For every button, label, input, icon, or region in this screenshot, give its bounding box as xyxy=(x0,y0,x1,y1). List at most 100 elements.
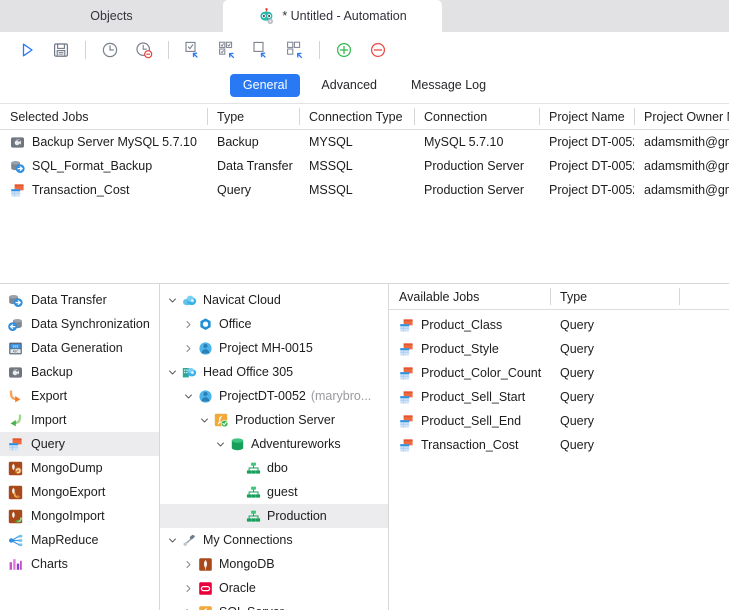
chevron-right-icon[interactable] xyxy=(180,344,196,353)
cell-type: Query xyxy=(217,183,252,197)
mongodb-icon xyxy=(196,557,214,572)
tree-item-my-connections[interactable]: My Connections xyxy=(160,528,388,552)
chevron-down-icon[interactable] xyxy=(180,392,196,401)
column-header-project-owner[interactable]: Project Owner N xyxy=(634,104,729,129)
tree-item-office[interactable]: Office xyxy=(160,312,388,336)
run-button[interactable] xyxy=(10,35,44,65)
column-header-available-extra[interactable] xyxy=(679,284,729,309)
chevron-down-icon[interactable] xyxy=(212,440,228,449)
tree-item-label: Production xyxy=(267,509,327,523)
available-job-label: Product_Sell_End xyxy=(421,414,522,428)
backup-icon xyxy=(10,135,25,150)
schedule-button[interactable] xyxy=(93,35,127,65)
chevron-down-icon[interactable] xyxy=(196,416,212,425)
table-row[interactable]: Transaction_Cost Query MSSQL Production … xyxy=(0,178,729,202)
remove-job-button[interactable] xyxy=(361,35,395,65)
tab-general[interactable]: General xyxy=(229,74,301,97)
toolbar-separator-2 xyxy=(168,40,169,59)
sidebar-item-query[interactable]: Query xyxy=(0,432,159,456)
tree-item-projectdt-0052[interactable]: ProjectDT-0052 (marybro... xyxy=(160,384,388,408)
column-header-selected-jobs[interactable]: Selected Jobs xyxy=(0,104,207,129)
sidebar-item-data-synchronization[interactable]: Data Synchronization xyxy=(0,312,159,336)
list-item[interactable]: Product_Style Query xyxy=(389,337,729,361)
tree-item-production[interactable]: Production xyxy=(160,504,388,528)
select-all-button[interactable] xyxy=(176,35,210,65)
tree-item-label: ProjectDT-0052 xyxy=(219,389,306,403)
sidebar-item-export[interactable]: Export xyxy=(0,384,159,408)
cell-project-owner: adamsmith@gm xyxy=(644,159,729,173)
add-job-button[interactable] xyxy=(327,35,361,65)
tree-item-oracle[interactable]: Oracle xyxy=(160,576,388,600)
schema-icon xyxy=(244,485,262,500)
sidebar-item-label: Export xyxy=(31,389,68,403)
toolbar-separator-3 xyxy=(319,40,320,59)
schema-icon xyxy=(244,509,262,524)
sidebar-item-charts[interactable]: Charts xyxy=(0,552,159,576)
chevron-down-icon[interactable] xyxy=(164,368,180,377)
cell-available-job-name: Product_Style xyxy=(389,342,550,357)
column-header-available-type[interactable]: Type xyxy=(550,284,679,309)
tree-item-label: My Connections xyxy=(203,533,293,547)
column-header-connection[interactable]: Connection xyxy=(414,104,539,129)
tree-item-label: SQL Server xyxy=(219,605,284,610)
mongoimport-icon xyxy=(8,509,23,524)
sidebar-item-mongoimport[interactable]: MongoImport xyxy=(0,504,159,528)
sidebar-item-label: Charts xyxy=(31,557,68,571)
office-icon xyxy=(180,365,198,380)
chevron-down-icon[interactable] xyxy=(164,296,180,305)
column-header-connection-type[interactable]: Connection Type xyxy=(299,104,414,129)
sidebar-item-label: Data Transfer xyxy=(31,293,107,307)
tree-item-project-mh-0015[interactable]: Project MH-0015 xyxy=(160,336,388,360)
mongoexport-icon xyxy=(8,485,23,500)
deselect-button[interactable] xyxy=(244,35,278,65)
chevron-right-icon[interactable] xyxy=(180,320,196,329)
list-item[interactable]: Product_Sell_Start Query xyxy=(389,385,729,409)
project-icon xyxy=(196,389,214,404)
delete-schedule-button[interactable] xyxy=(127,35,161,65)
sidebar-item-data-transfer[interactable]: Data Transfer xyxy=(0,288,159,312)
cell-available-type: Query xyxy=(560,390,595,404)
table-row[interactable]: SQL_Format_Backup Data Transfer MSSQL Pr… xyxy=(0,154,729,178)
chevron-down-icon[interactable] xyxy=(164,536,180,545)
deselect-all-button[interactable] xyxy=(278,35,312,65)
cell-job-name: SQL_Format_Backup xyxy=(0,159,207,174)
tree-item-guest[interactable]: guest xyxy=(160,480,388,504)
chevron-right-icon[interactable] xyxy=(180,560,196,569)
sidebar-item-label: MongoDump xyxy=(31,461,103,475)
tree-item-mongodb[interactable]: MongoDB xyxy=(160,552,388,576)
sidebar-item-mongodump[interactable]: MongoDump xyxy=(0,456,159,480)
tree-item-dbo[interactable]: dbo xyxy=(160,456,388,480)
chevron-right-icon[interactable] xyxy=(180,584,196,593)
tab-advanced[interactable]: Advanced xyxy=(308,74,390,97)
tab-automation[interactable]: * Untitled - Automation xyxy=(223,0,442,32)
column-header-available-jobs[interactable]: Available Jobs xyxy=(389,284,550,309)
tree-item-production-server[interactable]: Production Server xyxy=(160,408,388,432)
sidebar-item-backup[interactable]: Backup xyxy=(0,360,159,384)
list-item[interactable]: Transaction_Cost Query xyxy=(389,433,729,457)
query-icon xyxy=(399,438,414,453)
tab-objects[interactable]: Objects xyxy=(0,0,223,32)
tab-message-log[interactable]: Message Log xyxy=(398,74,499,97)
select-multi-button[interactable] xyxy=(210,35,244,65)
database-icon xyxy=(228,437,246,452)
sidebar-item-data-generation[interactable]: 101 ABC Data Generation xyxy=(0,336,159,360)
list-item[interactable]: Product_Sell_End Query xyxy=(389,409,729,433)
save-button[interactable] xyxy=(44,35,78,65)
sidebar-item-mongoexport[interactable]: MongoExport xyxy=(0,480,159,504)
cell-connection-type: MYSQL xyxy=(309,135,353,149)
sidebar-item-import[interactable]: Import xyxy=(0,408,159,432)
column-header-project-name[interactable]: Project Name xyxy=(539,104,634,129)
tree-item-adventureworks[interactable]: Adventureworks xyxy=(160,432,388,456)
list-item[interactable]: Product_Color_Count Query xyxy=(389,361,729,385)
sidebar-item-mapreduce[interactable]: MapReduce xyxy=(0,528,159,552)
cell-connection-type: MSSQL xyxy=(309,183,353,197)
tree-item-navicat-cloud[interactable]: Navicat Cloud xyxy=(160,288,388,312)
sidebar-item-label: MapReduce xyxy=(31,533,99,547)
tree-item-label: Production Server xyxy=(235,413,336,427)
table-row[interactable]: Backup Server MySQL 5.7.10 Backup MYSQL … xyxy=(0,130,729,154)
column-header-type[interactable]: Type xyxy=(207,104,299,129)
list-item[interactable]: Product_Class Query xyxy=(389,313,729,337)
tree-item-head-office-305[interactable]: Head Office 305 xyxy=(160,360,388,384)
tree-item-sql-server[interactable]: SQL Server xyxy=(160,600,388,610)
available-job-label: Product_Class xyxy=(421,318,503,332)
